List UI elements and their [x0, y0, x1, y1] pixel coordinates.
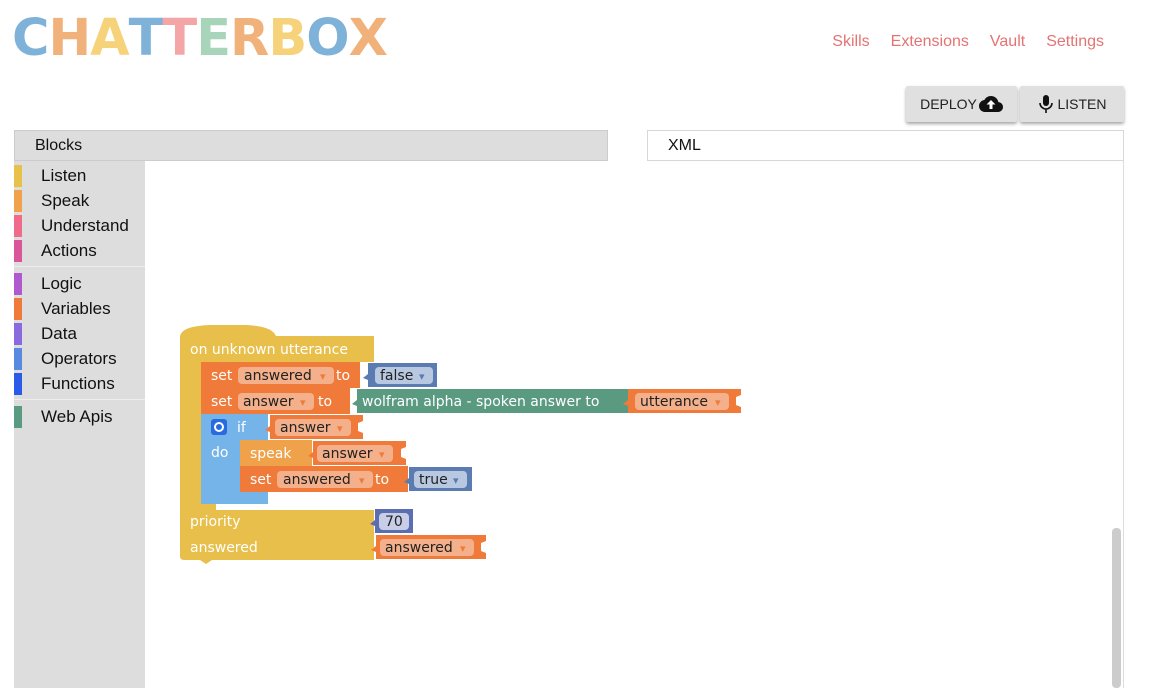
set1-val-arrow: ▾: [419, 370, 425, 383]
set1-var: answered: [244, 368, 312, 384]
set1-dropdown-arrow: ▾: [320, 370, 326, 383]
if-var: answer: [280, 420, 331, 436]
set3-val: true: [419, 472, 448, 488]
answered-var-arrow: ▾: [460, 542, 466, 555]
gear-icon[interactable]: [211, 419, 227, 435]
set2-dropdown-arrow: ▾: [300, 396, 306, 409]
set3-dropdown-arrow: ▾: [359, 474, 365, 487]
set3-val-arrow: ▾: [453, 474, 459, 487]
set3-kw: set: [250, 472, 272, 488]
set3-to: to: [375, 472, 389, 488]
priority-label: priority: [190, 514, 241, 530]
set1-kw: set: [211, 368, 233, 384]
answered-label: answered: [190, 540, 258, 556]
speak-kw: speak: [250, 446, 292, 462]
event-label: on unknown utterance: [190, 342, 348, 358]
app-root: CHATTERBOX Skills Extensions Vault Setti…: [0, 0, 1172, 688]
wolfram-label: wolfram alpha - spoken answer to: [362, 394, 599, 410]
block-program: on unknown utterance set answered ▾ to f…: [180, 325, 741, 564]
speak-var: answer: [322, 446, 373, 462]
set3-var: answered: [283, 472, 351, 488]
priority-value: 70: [385, 514, 403, 530]
do-kw: do: [211, 445, 228, 461]
set1-to: to: [336, 368, 350, 384]
if-kw: if: [237, 420, 247, 436]
speak-var-arrow: ▾: [379, 448, 385, 461]
set2-kw: set: [211, 394, 233, 410]
utterance-arrow: ▾: [715, 396, 721, 409]
utterance-var: utterance: [640, 394, 708, 410]
set1-val: false: [380, 368, 413, 384]
set2-var: answer: [243, 394, 294, 410]
set2-to: to: [318, 394, 332, 410]
answered-var: answered: [385, 540, 453, 556]
if-var-arrow: ▾: [337, 422, 343, 435]
